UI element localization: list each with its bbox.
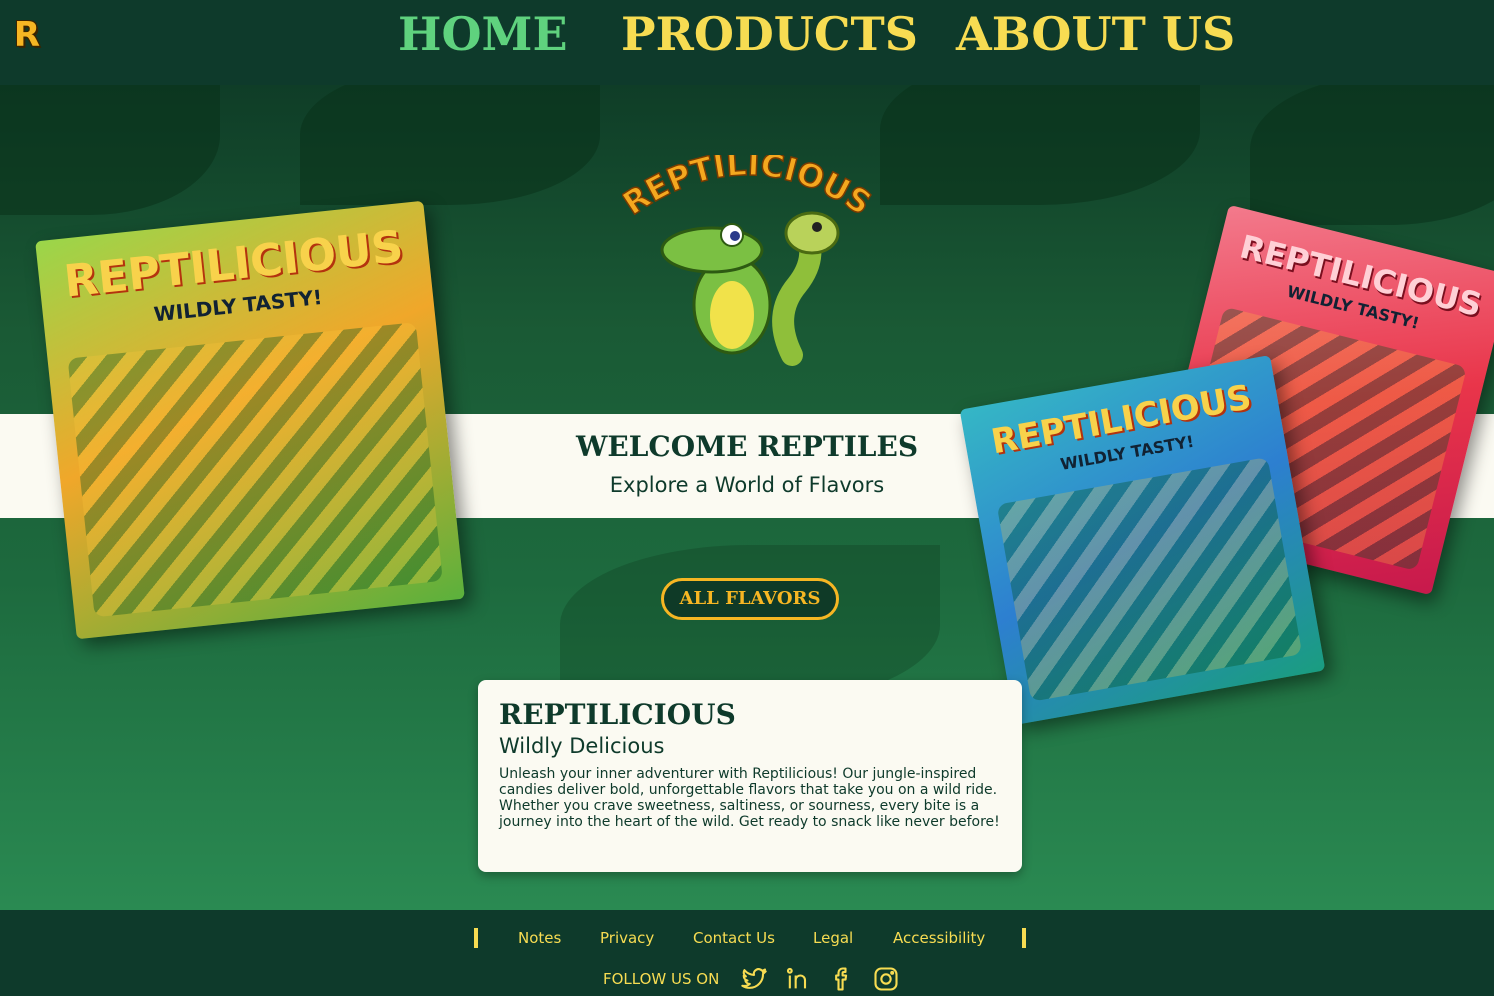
footer-link-notes[interactable]: Notes bbox=[518, 928, 561, 948]
card-title: REPTILICIOUS bbox=[499, 698, 736, 731]
brand-logo-text: REPTILICIOUS bbox=[615, 144, 879, 223]
foliage-decoration bbox=[880, 85, 1200, 205]
foliage-decoration bbox=[1250, 85, 1494, 225]
all-flavors-button[interactable]: ALL FLAVORS bbox=[661, 578, 839, 620]
linkedin-icon[interactable] bbox=[784, 965, 812, 993]
twitter-icon[interactable] bbox=[740, 965, 768, 993]
brand-mascot-illustration: REPTILICIOUS bbox=[615, 144, 879, 366]
footer-divider bbox=[1022, 928, 1026, 948]
product-bag-green: REPTILICIOUS WILDLY TASTY! bbox=[35, 200, 465, 640]
product-bag-blue: REPTILICIOUS WILDLY TASTY! bbox=[959, 355, 1326, 725]
site-header: R HOME PRODUCTS ABOUT US bbox=[0, 0, 1494, 85]
foliage-decoration bbox=[0, 85, 220, 215]
footer-link-contact-us[interactable]: Contact Us bbox=[693, 928, 775, 948]
nav-products[interactable]: PRODUCTS bbox=[621, 6, 918, 62]
nav-home[interactable]: HOME bbox=[398, 6, 568, 62]
foliage-decoration bbox=[300, 85, 600, 205]
card-body: Unleash your inner adventurer with Repti… bbox=[499, 766, 1000, 830]
brand-logo: REPTILICIOUS bbox=[615, 144, 879, 370]
nav-about-us[interactable]: ABOUT US bbox=[956, 6, 1235, 62]
facebook-icon[interactable] bbox=[828, 965, 856, 993]
site-logo[interactable]: R bbox=[8, 16, 46, 54]
footer-link-privacy[interactable]: Privacy bbox=[600, 928, 654, 948]
card-subtitle: Wildly Delicious bbox=[499, 734, 665, 758]
site-footer: Notes Privacy Contact Us Legal Accessibi… bbox=[0, 910, 1494, 996]
bag-artwork bbox=[67, 322, 443, 618]
follow-us-label: FOLLOW US ON bbox=[603, 970, 720, 988]
svg-text:REPTILICIOUS: REPTILICIOUS bbox=[622, 155, 872, 223]
footer-divider bbox=[474, 928, 478, 948]
instagram-icon[interactable] bbox=[872, 965, 900, 993]
footer-link-accessibility[interactable]: Accessibility bbox=[893, 928, 985, 948]
hero-section: REPTILICIOUS WELCOME REPTILES Explore a … bbox=[0, 85, 1494, 910]
footer-link-legal[interactable]: Legal bbox=[813, 928, 853, 948]
bag-artwork bbox=[996, 457, 1303, 702]
brand-info-card: REPTILICIOUS Wildly Delicious Unleash yo… bbox=[478, 680, 1022, 872]
